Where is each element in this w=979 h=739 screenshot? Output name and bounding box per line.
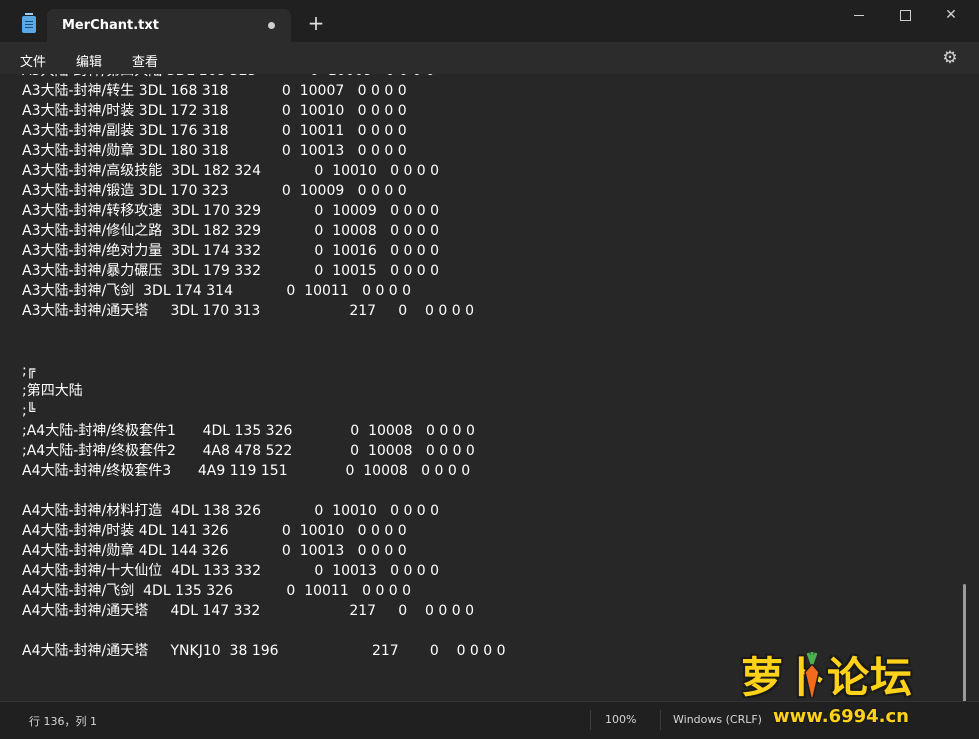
text-line[interactable]: A4大陆-封神/终极套件3 4A9 119 151 0 10008 0 0 0 … (22, 461, 506, 481)
text-line[interactable]: A3大陆-封神/转移攻速 3DL 170 329 0 10009 0 0 0 0 (22, 201, 506, 221)
text-line[interactable]: A3大陆-封神/副装 3DL 176 318 0 10011 0 0 0 0 (22, 121, 506, 141)
notepad-window: MerChant.txt + ✕ 文件 编辑 查看 ⚙ A3大陆-封神/第四大陆… (0, 0, 979, 739)
text-line[interactable]: A4大陆-封神/通天塔 4DL 147 332 217 0 0 0 0 0 (22, 601, 506, 621)
menu-bar: 文件 编辑 查看 ⚙ (0, 42, 979, 74)
text-line[interactable]: A3大陆-封神/转生 3DL 168 318 0 10007 0 0 0 0 (22, 81, 506, 101)
text-line[interactable]: ;A4大陆-封神/终极套件2 4A8 478 522 0 10008 0 0 0… (22, 441, 506, 461)
notepad-app-icon (22, 13, 36, 33)
text-line[interactable]: A4大陆-封神/时装 4DL 141 326 0 10010 0 0 0 0 (22, 521, 506, 541)
carrot-icon (804, 652, 820, 698)
text-line[interactable]: A3大陆-封神/修仙之路 3DL 182 329 0 10008 0 0 0 0 (22, 221, 506, 241)
status-divider (590, 710, 591, 730)
menu-file[interactable]: 文件 (20, 51, 46, 70)
text-line[interactable]: A4大陆-封神/通天塔 YNKJ10 38 196 217 0 0 0 0 0 (22, 641, 506, 661)
minimize-button[interactable] (836, 4, 882, 30)
text-line[interactable]: A3大陆-封神/通天塔 3DL 170 313 217 0 0 0 0 0 (22, 301, 506, 321)
text-line[interactable]: A3大陆-封神/时装 3DL 172 318 0 10010 0 0 0 0 (22, 101, 506, 121)
text-line[interactable]: A4大陆-封神/十大仙位 4DL 133 332 0 10013 0 0 0 0 (22, 561, 506, 581)
text-line[interactable]: A3大陆-封神/锻造 3DL 170 323 0 10009 0 0 0 0 (22, 181, 506, 201)
close-button[interactable]: ✕ (928, 4, 974, 30)
site-watermark-logo: 萝卜论坛 www.6994.cn (733, 640, 965, 734)
text-line[interactable] (22, 481, 506, 501)
text-line[interactable]: A3大陆-封神/飞剑 3DL 174 314 0 10011 0 0 0 0 (22, 281, 506, 301)
text-line[interactable]: A3大陆-封神/绝对力量 3DL 174 332 0 10016 0 0 0 0 (22, 241, 506, 261)
unsaved-dot-icon[interactable] (268, 22, 275, 29)
watermark-url: www.6994.cn (773, 706, 909, 727)
menu-edit[interactable]: 编辑 (76, 51, 102, 70)
text-line[interactable] (22, 341, 506, 361)
new-tab-button[interactable]: + (306, 13, 326, 34)
maximize-button[interactable] (882, 4, 928, 30)
settings-gear-icon[interactable]: ⚙ (941, 49, 959, 67)
text-line[interactable]: ;A4大陆-封神/终极套件1 4DL 135 326 0 10008 0 0 0… (22, 421, 506, 441)
cursor-position: 行 136，列 1 (29, 715, 97, 728)
watermark-title: 萝卜论坛 (741, 653, 914, 702)
status-divider (660, 710, 661, 730)
text-line[interactable]: A3大陆-封神/第四大陆 3DL 168 323 0 10009 0 0 0 0 (22, 74, 506, 81)
text-editor[interactable]: A3大陆-封神/第四大陆 3DL 168 323 0 10009 0 0 0 0… (0, 74, 979, 701)
text-line[interactable]: A3大陆-封神/暴力碾压 3DL 179 332 0 10015 0 0 0 0 (22, 261, 506, 281)
text-line[interactable]: A4大陆-封神/材料打造 4DL 138 326 0 10010 0 0 0 0 (22, 501, 506, 521)
text-line[interactable]: A4大陆-封神/勋章 4DL 144 326 0 10013 0 0 0 0 (22, 541, 506, 561)
minimize-icon (854, 14, 864, 16)
text-line[interactable]: A4大陆-封神/飞剑 4DL 135 326 0 10011 0 0 0 0 (22, 581, 506, 601)
text-line[interactable]: ;╚ (22, 401, 506, 421)
maximize-icon (899, 9, 911, 21)
editor-text-lines[interactable]: A3大陆-封神/第四大陆 3DL 168 323 0 10009 0 0 0 0… (22, 74, 506, 661)
zoom-level[interactable]: 100% (605, 713, 636, 726)
text-line[interactable]: A3大陆-封神/勋章 3DL 180 318 0 10013 0 0 0 0 (22, 141, 506, 161)
text-line[interactable] (22, 621, 506, 641)
text-line[interactable]: ;╔ (22, 361, 506, 381)
text-line[interactable]: ;第四大陆 (22, 381, 506, 401)
menu-view[interactable]: 查看 (132, 51, 158, 70)
tab-merchant-txt[interactable]: MerChant.txt (47, 9, 291, 42)
title-bar: MerChant.txt + ✕ (0, 0, 979, 42)
tab-title: MerChant.txt (62, 18, 159, 33)
text-line[interactable] (22, 321, 506, 341)
text-line[interactable]: A3大陆-封神/高级技能 3DL 182 324 0 10010 0 0 0 0 (22, 161, 506, 181)
